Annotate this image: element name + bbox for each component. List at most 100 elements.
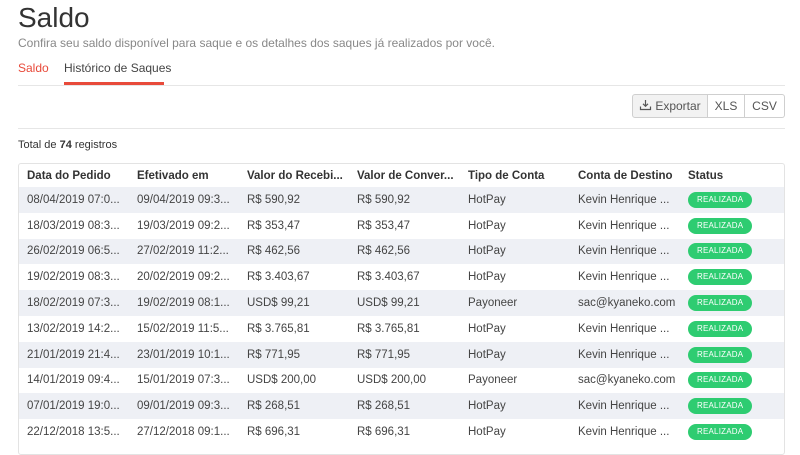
cell-valor-recebido: USD$ 200,00 (247, 374, 317, 387)
status-badge: REALIZADA (688, 320, 753, 337)
cell-valor-recebido: R$ 462,56 (239, 238, 349, 265)
cell-conta-de-destino: Kevin Henrique ... (578, 219, 670, 232)
cell-efetivado-em: 23/01/2019 10:1... (129, 341, 239, 368)
cell-conta-de-destino: Kevin Henrique ... (570, 341, 680, 368)
active-tab-indicator (64, 82, 164, 85)
cell-data-do-pedido: 19/02/2019 08:3... (27, 271, 120, 284)
cell-valor-conversao: R$ 3.403,67 (357, 271, 420, 284)
cell-conta-de-destino: sac@kyaneko.com (578, 374, 676, 387)
cell-efetivado-em: 09/01/2019 09:3... (129, 393, 239, 420)
cell-tipo-de-conta: HotPay (460, 187, 570, 213)
cell-status: REALIZADA (680, 393, 784, 420)
withdrawals-table: Data do Pedido Efetivado em Valor do Rec… (19, 164, 784, 445)
cell-status: REALIZADA (680, 238, 784, 265)
tab-bar: Saldo Histórico de Saques (18, 60, 785, 86)
export-button[interactable]: Exportar (632, 94, 708, 118)
cell-valor-recebido: R$ 3.403,67 (247, 271, 310, 284)
total-suffix: registros (74, 139, 118, 151)
cell-valor-conversao: R$ 771,95 (349, 341, 460, 368)
total-count: 74 (59, 139, 72, 151)
status-badge: REALIZADA (688, 346, 753, 363)
column-header-tipo-de-conta[interactable]: Tipo de Conta (460, 164, 570, 187)
page-subtitle: Confira seu saldo disponível para saque … (18, 36, 495, 50)
cell-conta-de-destino: Kevin Henrique ... (578, 271, 670, 284)
table-body: 08/04/2019 07:0... 09/04/2019 09:3... R$ 5… (19, 187, 784, 445)
cell-tipo-de-conta: HotPay (468, 219, 506, 232)
cell-tipo-de-conta: HotPay (468, 271, 506, 284)
cell-valor-recebido: R$ 268,51 (239, 393, 349, 420)
column-header-valor-recebido[interactable]: Valor do Recebi... (239, 164, 349, 187)
column-header-valor-conversao[interactable]: Valor de Conver... (349, 164, 460, 187)
cell-data-do-pedido: 07/01/2019 19:0... (19, 393, 129, 420)
table-row[interactable]: 21/01/2019 21:4... 23/01/2019 10:1... R$ 7… (19, 341, 784, 368)
cell-tipo-de-conta: Payoneer (468, 374, 518, 387)
export-toolbar: Exportar XLS CSV (632, 94, 785, 119)
xls-button[interactable]: XLS (708, 94, 745, 118)
cell-efetivado-em: 19/03/2019 09:2... (137, 219, 230, 232)
cell-efetivado-em: 19/02/2019 08:1... (129, 290, 239, 316)
column-header-data-do-pedido[interactable]: Data do Pedido (19, 164, 129, 187)
cell-conta-de-destino: sac@kyaneko.com (570, 290, 680, 316)
status-badge: REALIZADA (688, 217, 753, 234)
table-row[interactable]: 14/01/2019 09:4... 15/01/2019 07:3... USD$… (19, 368, 784, 394)
cell-efetivado-em: 15/02/2019 11:5... (137, 322, 229, 335)
export-label: Exportar (655, 99, 701, 113)
table-row[interactable]: 07/01/2019 19:0... 09/01/2019 09:3... R$ 2… (19, 393, 784, 420)
cell-valor-conversao: R$ 268,51 (349, 393, 460, 420)
cell-valor-conversao: R$ 353,47 (357, 219, 411, 232)
cell-data-do-pedido: 18/02/2019 07:3... (19, 290, 129, 316)
cell-valor-conversao: R$ 462,56 (349, 238, 460, 265)
table-row[interactable]: 13/02/2019 14:2... 15/02/2019 11:5... R$ 3… (19, 316, 784, 342)
cell-valor-conversao: USD$ 200,00 (357, 374, 427, 387)
cell-valor-recebido: R$ 771,95 (239, 341, 349, 368)
cell-status: REALIZADA (680, 213, 784, 239)
cell-conta-de-destino: Kevin Henrique ... (570, 393, 680, 420)
cell-conta-de-destino: Kevin Henrique ... (570, 238, 680, 265)
column-header-conta-de-destino[interactable]: Conta de Destino (570, 164, 680, 187)
cell-valor-conversao: R$ 696,31 (357, 426, 411, 439)
csv-button[interactable]: CSV (745, 94, 785, 118)
cell-efetivado-em: 15/01/2019 07:3... (137, 374, 230, 387)
total-records: Total de 74 registros (18, 139, 117, 151)
column-header-efetivado-em[interactable]: Efetivado em (129, 164, 239, 187)
cell-efetivado-em: 09/04/2019 09:3... (129, 187, 239, 213)
table-row[interactable]: 18/02/2019 07:3... 19/02/2019 08:1... USD$… (19, 290, 784, 316)
cell-status: REALIZADA (680, 290, 784, 316)
table-row[interactable]: 22/12/2018 13:5... 27/12/2018 09:1... R$ 6… (19, 419, 784, 445)
tab-saldo[interactable]: Saldo (18, 60, 49, 76)
cell-data-do-pedido: 22/12/2018 13:5... (27, 426, 120, 439)
status-badge: REALIZADA (688, 424, 753, 441)
table-row[interactable]: 08/04/2019 07:0... 09/04/2019 09:3... R$ 5… (19, 187, 784, 213)
status-badge: REALIZADA (688, 398, 753, 415)
cell-status: REALIZADA (680, 316, 784, 342)
status-badge: REALIZADA (688, 372, 753, 389)
section-divider (18, 128, 785, 129)
tab-historico-de-saques[interactable]: Histórico de Saques (64, 60, 171, 76)
cell-conta-de-destino: Kevin Henrique ... (578, 322, 670, 335)
table-row[interactable]: 26/02/2019 06:5... 27/02/2019 11:2... R$ 4… (19, 238, 784, 265)
cell-status: REALIZADA (680, 187, 784, 213)
table-row[interactable]: 19/02/2019 08:3... 20/02/2019 09:2... R$ 3… (19, 264, 784, 290)
column-header-status[interactable]: Status (680, 164, 784, 187)
cell-conta-de-destino: Kevin Henrique ... (578, 426, 670, 439)
cell-tipo-de-conta: HotPay (460, 238, 570, 265)
page-title: Saldo (18, 2, 90, 33)
cell-tipo-de-conta: HotPay (460, 393, 570, 420)
status-badge: REALIZADA (688, 295, 753, 312)
cell-efetivado-em: 27/02/2019 11:2... (129, 238, 239, 265)
total-prefix: Total de (18, 139, 57, 151)
cell-data-do-pedido: 26/02/2019 06:5... (19, 238, 129, 265)
status-badge: REALIZADA (688, 243, 753, 260)
table-row[interactable]: 18/03/2019 08:3... 19/03/2019 09:2... R$ 3… (19, 213, 784, 239)
cell-status: REALIZADA (680, 419, 784, 445)
cell-data-do-pedido: 18/03/2019 08:3... (27, 219, 120, 232)
table-header-row: Data do Pedido Efetivado em Valor do Rec… (19, 164, 784, 187)
cell-status: REALIZADA (680, 264, 784, 290)
status-badge: REALIZADA (688, 269, 753, 286)
cell-data-do-pedido: 21/01/2019 21:4... (19, 341, 129, 368)
cell-valor-conversao: USD$ 99,21 (349, 290, 460, 316)
cell-data-do-pedido: 13/02/2019 14:2... (27, 322, 120, 335)
cell-valor-recebido: R$ 3.765,81 (247, 322, 310, 335)
cell-tipo-de-conta: HotPay (460, 341, 570, 368)
cell-data-do-pedido: 14/01/2019 09:4... (27, 374, 120, 387)
